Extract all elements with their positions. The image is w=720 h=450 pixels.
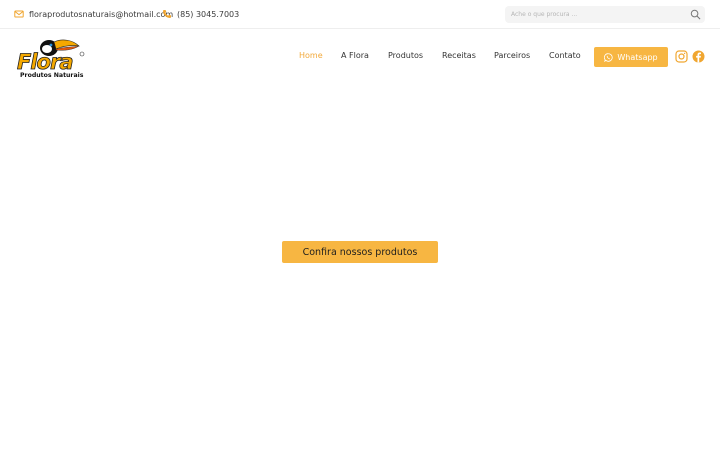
search-box[interactable]: [505, 6, 705, 23]
logo-tagline: Produtos Naturais: [20, 72, 84, 79]
cta-label: Confira nossos produtos: [302, 246, 418, 258]
envelope-icon: [14, 10, 24, 18]
nav-item-contato[interactable]: Contato: [549, 51, 581, 60]
facebook-icon[interactable]: [692, 50, 705, 63]
instagram-icon[interactable]: [675, 50, 688, 63]
phone-icon: [163, 10, 171, 18]
nav-item-receitas[interactable]: Receitas: [442, 51, 476, 60]
phone-contact[interactable]: (85) 3045.7003: [162, 9, 239, 19]
nav-item-parceiros[interactable]: Parceiros: [494, 51, 530, 60]
whatsapp-label: Whatsapp: [617, 52, 658, 62]
whatsapp-icon: [604, 52, 613, 62]
logo-wordmark: Flora: [17, 50, 74, 75]
whatsapp-button[interactable]: Whatsapp: [594, 47, 668, 67]
site-logo[interactable]: Flora Produtos Naturais: [17, 36, 85, 82]
search-input[interactable]: [511, 11, 685, 18]
cta-button[interactable]: Confira nossos produtos: [282, 241, 438, 263]
email-text[interactable]: floraprodutosnaturais@hotmail.com: [29, 10, 173, 19]
search-icon[interactable]: [690, 9, 701, 20]
phone-text[interactable]: (85) 3045.7003: [177, 10, 239, 19]
nav-item-produtos[interactable]: Produtos: [388, 51, 423, 60]
nav-item-a-flora[interactable]: A Flora: [341, 51, 369, 60]
top-bar: floraprodutosnaturais@hotmail.com (85) 3…: [0, 0, 720, 29]
email-contact[interactable]: floraprodutosnaturais@hotmail.com: [14, 9, 173, 19]
nav-item-home[interactable]: Home: [299, 51, 323, 60]
